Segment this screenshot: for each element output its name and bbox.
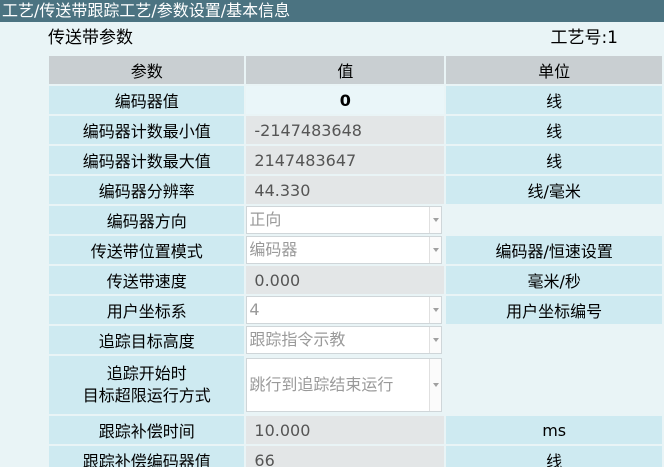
- select-value: 跟踪指令示教: [249, 330, 346, 349]
- param-name: 跟踪补偿编码器值: [49, 446, 245, 467]
- param-name: 编码器值: [49, 86, 245, 114]
- param-unit: 毫米/秒: [446, 266, 662, 294]
- table-header-row: 参数 值 单位: [49, 56, 662, 84]
- param-unit: 线: [446, 146, 662, 174]
- param-unit: [446, 356, 662, 414]
- header-value: 值: [246, 56, 445, 84]
- header-param: 参数: [49, 56, 245, 84]
- param-unit: 线/毫米: [446, 176, 662, 204]
- table-row: 编码器方向 正向: [49, 206, 662, 234]
- param-name: 编码器方向: [49, 206, 245, 234]
- table-row: 用户坐标系 4 用户坐标编号: [49, 296, 662, 324]
- breadcrumb: 工艺/传送带跟踪工艺/参数设置/基本信息: [0, 0, 664, 22]
- chevron-down-icon[interactable]: [429, 297, 442, 323]
- comp-encoder-field[interactable]: 66: [246, 446, 445, 467]
- table-row: 传送带速度 0.000 毫米/秒: [49, 266, 662, 294]
- conveyor-params-table: 参数 值 单位 编码器值 0 线 编码器计数最小值 -2147483648 线 …: [47, 54, 664, 467]
- select-value: 正向: [249, 210, 282, 229]
- encoder-resolution-field[interactable]: 44.330: [246, 176, 445, 204]
- select-value: 编码器: [249, 240, 298, 259]
- table-row: 编码器值 0 线: [49, 86, 662, 114]
- param-name: 编码器分辨率: [49, 176, 245, 204]
- encoder-direction-select[interactable]: 正向: [246, 206, 443, 234]
- section-title: 传送带参数: [48, 28, 133, 48]
- param-unit: 编码器/恒速设置: [446, 236, 662, 264]
- param-name: 编码器计数最小值: [49, 116, 245, 144]
- user-frame-select[interactable]: 4: [246, 296, 443, 324]
- table-row: 追踪目标高度 跟踪指令示教: [49, 326, 662, 354]
- overlimit-mode-select[interactable]: 跳行到追踪结束运行: [246, 358, 443, 412]
- table-row: 编码器计数最小值 -2147483648 线: [49, 116, 662, 144]
- param-name: 传送带速度: [49, 266, 245, 294]
- encoder-min-field[interactable]: -2147483648: [246, 116, 445, 144]
- param-unit: [446, 206, 662, 234]
- chevron-down-icon[interactable]: [429, 359, 442, 411]
- position-mode-select[interactable]: 编码器: [246, 236, 443, 264]
- chevron-down-icon[interactable]: [429, 207, 442, 233]
- header-unit: 单位: [446, 56, 662, 84]
- param-unit: ms: [446, 416, 662, 444]
- param-unit: [446, 326, 662, 354]
- param-name-line1: 追踪开始时: [106, 364, 187, 383]
- conveyor-speed-field[interactable]: 0.000: [246, 266, 445, 294]
- target-height-select[interactable]: 跟踪指令示教: [246, 326, 443, 354]
- param-name: 传送带位置模式: [49, 236, 245, 264]
- select-value: 4: [249, 300, 260, 319]
- table-row: 编码器分辨率 44.330 线/毫米: [49, 176, 662, 204]
- param-name: 追踪开始时 目标超限运行方式: [49, 356, 245, 414]
- encoder-value-field[interactable]: 0: [246, 86, 445, 114]
- table-row: 追踪开始时 目标超限运行方式 跳行到追踪结束运行: [49, 356, 662, 414]
- param-name: 追踪目标高度: [49, 326, 245, 354]
- table-row: 跟踪补偿编码器值 66 线: [49, 446, 662, 467]
- process-number: 工艺号:1: [550, 28, 618, 48]
- param-name: 编码器计数最大值: [49, 146, 245, 174]
- table-row: 编码器计数最大值 2147483647 线: [49, 146, 662, 174]
- param-unit: 线: [446, 446, 662, 467]
- param-unit: 线: [446, 86, 662, 114]
- select-value: 跳行到追踪结束运行: [249, 375, 394, 394]
- encoder-max-field[interactable]: 2147483647: [246, 146, 445, 174]
- table-row: 传送带位置模式 编码器 编码器/恒速设置: [49, 236, 662, 264]
- table-row: 跟踪补偿时间 10.000 ms: [49, 416, 662, 444]
- chevron-down-icon[interactable]: [429, 237, 442, 263]
- param-unit: 用户坐标编号: [446, 296, 662, 324]
- param-unit: 线: [446, 116, 662, 144]
- param-name: 跟踪补偿时间: [49, 416, 245, 444]
- param-name-line2: 目标超限运行方式: [82, 386, 211, 405]
- param-name: 用户坐标系: [49, 296, 245, 324]
- chevron-down-icon[interactable]: [429, 327, 442, 353]
- comp-time-field[interactable]: 10.000: [246, 416, 445, 444]
